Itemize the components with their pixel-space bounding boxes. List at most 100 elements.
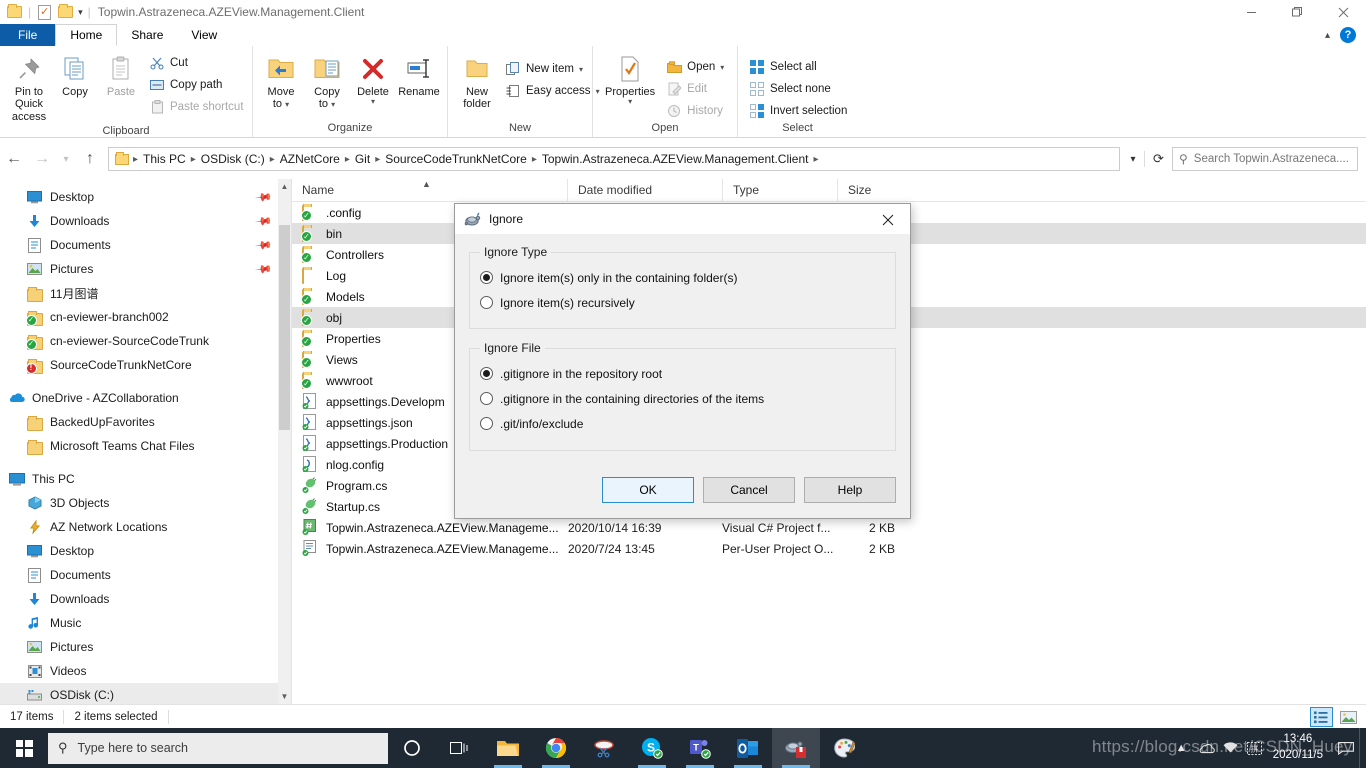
cancel-button[interactable]: Cancel bbox=[703, 477, 795, 503]
ok-button[interactable]: OK bbox=[602, 477, 694, 503]
column-header-type[interactable]: Type bbox=[722, 178, 837, 202]
delete-button[interactable]: Delete ▾ bbox=[350, 50, 396, 109]
scroll-down-arrow[interactable]: ▼ bbox=[278, 689, 291, 704]
rename-button[interactable]: Rename bbox=[396, 50, 442, 100]
nav-item-pictures[interactable]: Pictures bbox=[0, 635, 291, 659]
properties-button[interactable]: Properties ▾ bbox=[599, 50, 661, 109]
breadcrumb[interactable]: ▸ This PC ▸ OSDisk (C:) ▸ AZNetCore ▸ Gi… bbox=[108, 147, 1120, 171]
large-icons-view-icon[interactable] bbox=[1337, 707, 1360, 727]
recent-locations-button[interactable]: ▾ bbox=[56, 145, 76, 173]
column-header-date-modified[interactable]: Date modified bbox=[567, 178, 722, 202]
dialog-close-button[interactable] bbox=[866, 204, 910, 235]
nav-item-desktop[interactable]: Desktop bbox=[0, 539, 291, 563]
paste-button[interactable]: Paste bbox=[98, 50, 144, 100]
paint-button[interactable] bbox=[820, 728, 868, 768]
nav-item-videos[interactable]: Videos bbox=[0, 659, 291, 683]
nav-item-cn-eviewer-branch002[interactable]: ✓ cn-eviewer-branch002 bbox=[0, 305, 291, 329]
radio-ignore-only-containing-folder[interactable]: Ignore item(s) only in the containing fo… bbox=[480, 265, 885, 290]
new-folder-button[interactable]: New folder bbox=[454, 50, 500, 113]
nav-item-pictures-quick[interactable]: Pictures 📌 bbox=[0, 257, 291, 281]
scrollbar-thumb[interactable] bbox=[279, 225, 290, 430]
help-icon[interactable]: ? bbox=[1340, 27, 1356, 43]
start-button[interactable] bbox=[0, 728, 48, 768]
column-header-name[interactable]: Name ▲ bbox=[292, 179, 567, 202]
clock[interactable]: 13:46 2020/11/5 bbox=[1267, 732, 1333, 763]
radio-button[interactable] bbox=[480, 271, 493, 284]
radio-gitignore-repository-root[interactable]: .gitignore in the repository root bbox=[480, 361, 885, 386]
tab-file[interactable]: File bbox=[0, 24, 56, 46]
select-none-button[interactable]: Select none bbox=[744, 78, 852, 100]
copy-path-button[interactable]: Copy path bbox=[144, 74, 249, 96]
radio-gitignore-containing-directories[interactable]: .gitignore in the containing directories… bbox=[480, 386, 885, 411]
table-row[interactable]: Topwin.Astrazeneca.AZEView.Manageme... 2… bbox=[292, 538, 1366, 559]
copy-button[interactable]: Copy bbox=[52, 50, 98, 100]
nav-item-az-network-locations[interactable]: AZ Network Locations bbox=[0, 515, 291, 539]
chevron-up-icon[interactable]: ▴ bbox=[1325, 30, 1330, 41]
breadcrumb-item-0[interactable]: This PC bbox=[139, 152, 190, 166]
nav-item-teams-chat-files[interactable]: Microsoft Teams Chat Files bbox=[0, 434, 291, 458]
breadcrumb-item-5[interactable]: Topwin.Astrazeneca.AZEView.Management.Cl… bbox=[538, 152, 813, 166]
table-row[interactable]: Topwin.Astrazeneca.AZEView.Manageme... 2… bbox=[292, 517, 1366, 538]
network-icon[interactable] bbox=[1219, 728, 1243, 768]
notifications-icon[interactable] bbox=[1333, 728, 1359, 768]
ignore-dialog[interactable]: Ignore Ignore Type Ignore item(s) only i… bbox=[454, 203, 911, 519]
chevron-down-icon[interactable]: ▾ bbox=[78, 7, 83, 18]
chevron-up-icon[interactable]: ▲ bbox=[1168, 742, 1195, 754]
nav-item-desktop-quick[interactable]: Desktop 📌 bbox=[0, 185, 291, 209]
nav-item-documents-quick[interactable]: Documents 📌 bbox=[0, 233, 291, 257]
nav-item-music[interactable]: Music bbox=[0, 611, 291, 635]
outlook-button[interactable] bbox=[724, 728, 772, 768]
tab-home[interactable]: Home bbox=[55, 24, 118, 46]
navigation-pane[interactable]: Desktop 📌 Downloads 📌 Documents 📌 Pictur… bbox=[0, 179, 292, 704]
tab-share[interactable]: Share bbox=[117, 24, 177, 46]
nav-item-downloads[interactable]: Downloads bbox=[0, 587, 291, 611]
select-all-button[interactable]: Select all bbox=[744, 56, 852, 78]
teams-button[interactable]: T bbox=[676, 728, 724, 768]
folder-icon[interactable] bbox=[6, 4, 23, 21]
radio-button[interactable] bbox=[480, 367, 493, 380]
history-button[interactable]: History bbox=[661, 100, 729, 122]
nav-item-documents[interactable]: Documents bbox=[0, 563, 291, 587]
breadcrumb-item-4[interactable]: SourceCodeTrunkNetCore bbox=[381, 152, 531, 166]
minimize-button[interactable] bbox=[1228, 0, 1274, 24]
task-view-button[interactable] bbox=[436, 728, 484, 768]
breadcrumb-item-2[interactable]: AZNetCore bbox=[276, 152, 344, 166]
column-header-size[interactable]: Size bbox=[837, 178, 915, 202]
nav-item-folder-chinese[interactable]: 11月图谱 bbox=[0, 281, 291, 305]
nav-item-downloads-quick[interactable]: Downloads 📌 bbox=[0, 209, 291, 233]
edit-button[interactable]: Edit bbox=[661, 78, 729, 100]
up-button[interactable]: ↑ bbox=[76, 145, 104, 173]
details-view-icon[interactable] bbox=[1310, 707, 1333, 727]
show-desktop-button[interactable] bbox=[1359, 728, 1366, 768]
nav-item-backedupfavorites[interactable]: BackedUpFavorites bbox=[0, 410, 291, 434]
nav-item-cn-eviewer-sourcecodetrunk[interactable]: ✓ cn-eviewer-SourceCodeTrunk bbox=[0, 329, 291, 353]
radio-ignore-recursively[interactable]: Ignore item(s) recursively bbox=[480, 290, 885, 315]
maximize-button[interactable] bbox=[1274, 0, 1320, 24]
ime-icon[interactable]: 拼 bbox=[1243, 728, 1267, 768]
chevron-down-icon[interactable]: ▾ bbox=[1122, 154, 1144, 165]
move-to-button[interactable]: Move to ▾ bbox=[258, 50, 304, 113]
pin-icon[interactable]: 📌 bbox=[255, 188, 274, 206]
paste-shortcut-button[interactable]: Paste shortcut bbox=[144, 96, 249, 118]
pin-icon[interactable]: 📌 bbox=[255, 212, 274, 230]
onedrive-icon[interactable] bbox=[1195, 728, 1219, 768]
refresh-icon[interactable]: ⟳ bbox=[1144, 151, 1172, 167]
scroll-up-arrow[interactable]: ▲ bbox=[278, 179, 291, 194]
navigation-scrollbar[interactable]: ▲ ▼ bbox=[278, 179, 291, 704]
file-explorer-button[interactable] bbox=[484, 728, 532, 768]
nav-item-3d-objects[interactable]: 3D Objects bbox=[0, 491, 291, 515]
new-folder-icon[interactable] bbox=[57, 4, 74, 21]
skype-button[interactable]: S bbox=[628, 728, 676, 768]
taskbar-search-input[interactable]: ⚲ Type here to search bbox=[48, 732, 388, 764]
search-input[interactable]: ⚲ Search Topwin.Astrazeneca.... bbox=[1172, 147, 1358, 171]
snipping-tool-button[interactable] bbox=[580, 728, 628, 768]
tortoisegit-button[interactable] bbox=[772, 728, 820, 768]
pin-to-quick-access-button[interactable]: Pin to Quick access bbox=[6, 50, 52, 125]
nav-item-onedrive[interactable]: OneDrive - AZCollaboration bbox=[0, 386, 291, 410]
help-button[interactable]: Help bbox=[804, 477, 896, 503]
chrome-button[interactable] bbox=[532, 728, 580, 768]
nav-item-sourcecodetrunknetcore[interactable]: ! SourceCodeTrunkNetCore bbox=[0, 353, 291, 377]
new-item-button[interactable]: New item ▾ bbox=[500, 58, 605, 80]
properties-icon[interactable]: ✓ bbox=[36, 4, 53, 21]
open-button[interactable]: Open ▾ bbox=[661, 56, 729, 78]
